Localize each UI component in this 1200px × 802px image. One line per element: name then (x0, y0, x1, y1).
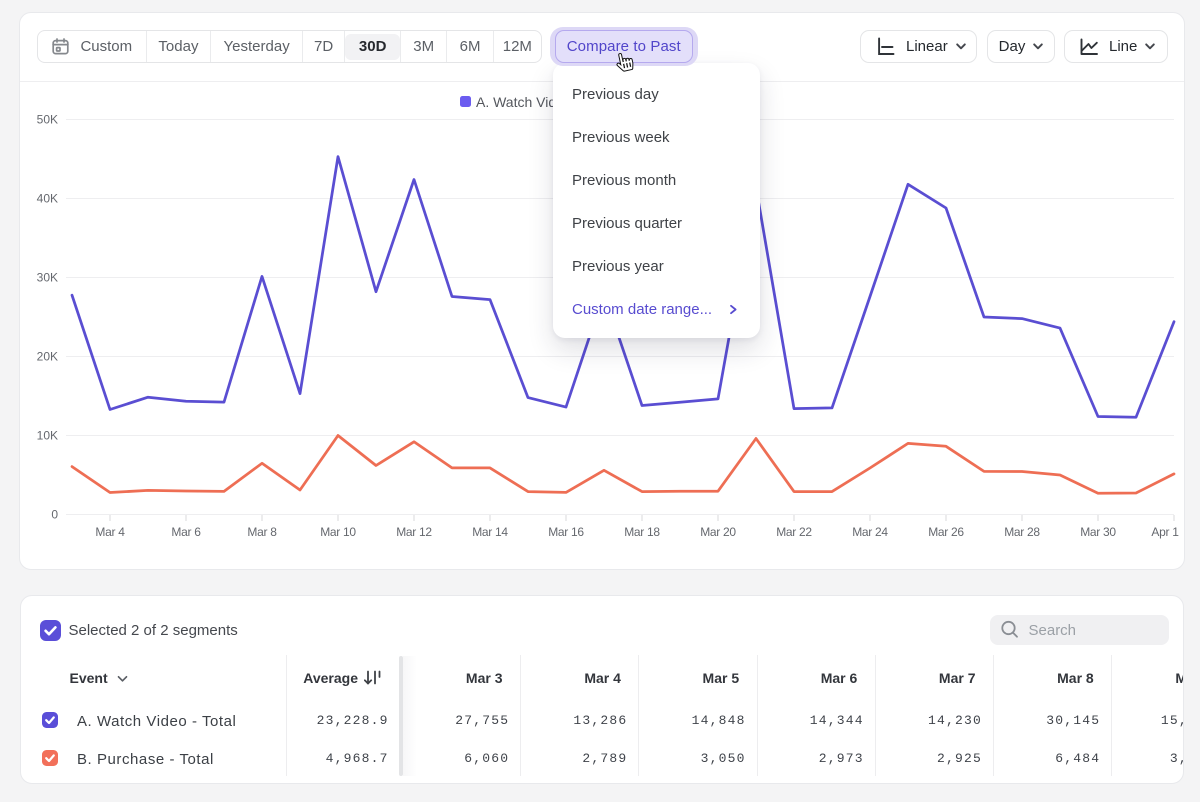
svg-text:Mar 4: Mar 4 (95, 525, 125, 539)
svg-text:Mar 8: Mar 8 (247, 525, 277, 539)
svg-text:Mar 20: Mar 20 (700, 525, 736, 539)
svg-text:Mar 6: Mar 6 (171, 525, 201, 539)
svg-text:10K: 10K (37, 429, 58, 443)
svg-text:30K: 30K (37, 271, 58, 285)
svg-text:0: 0 (51, 508, 58, 522)
svg-text:Mar 26: Mar 26 (928, 525, 964, 539)
svg-text:Mar 12: Mar 12 (396, 525, 432, 539)
svg-text:Mar 18: Mar 18 (624, 525, 660, 539)
svg-text:Mar 22: Mar 22 (776, 525, 812, 539)
svg-text:Apr 1: Apr 1 (1151, 525, 1179, 539)
svg-text:Mar 14: Mar 14 (472, 525, 508, 539)
svg-text:20K: 20K (37, 350, 58, 364)
svg-text:50K: 50K (37, 113, 58, 127)
svg-text:Mar 28: Mar 28 (1004, 525, 1040, 539)
svg-text:Mar 24: Mar 24 (852, 525, 888, 539)
svg-text:Mar 10: Mar 10 (320, 525, 356, 539)
svg-text:40K: 40K (37, 192, 58, 206)
svg-text:Mar 16: Mar 16 (548, 525, 584, 539)
svg-text:Mar 30: Mar 30 (1080, 525, 1116, 539)
